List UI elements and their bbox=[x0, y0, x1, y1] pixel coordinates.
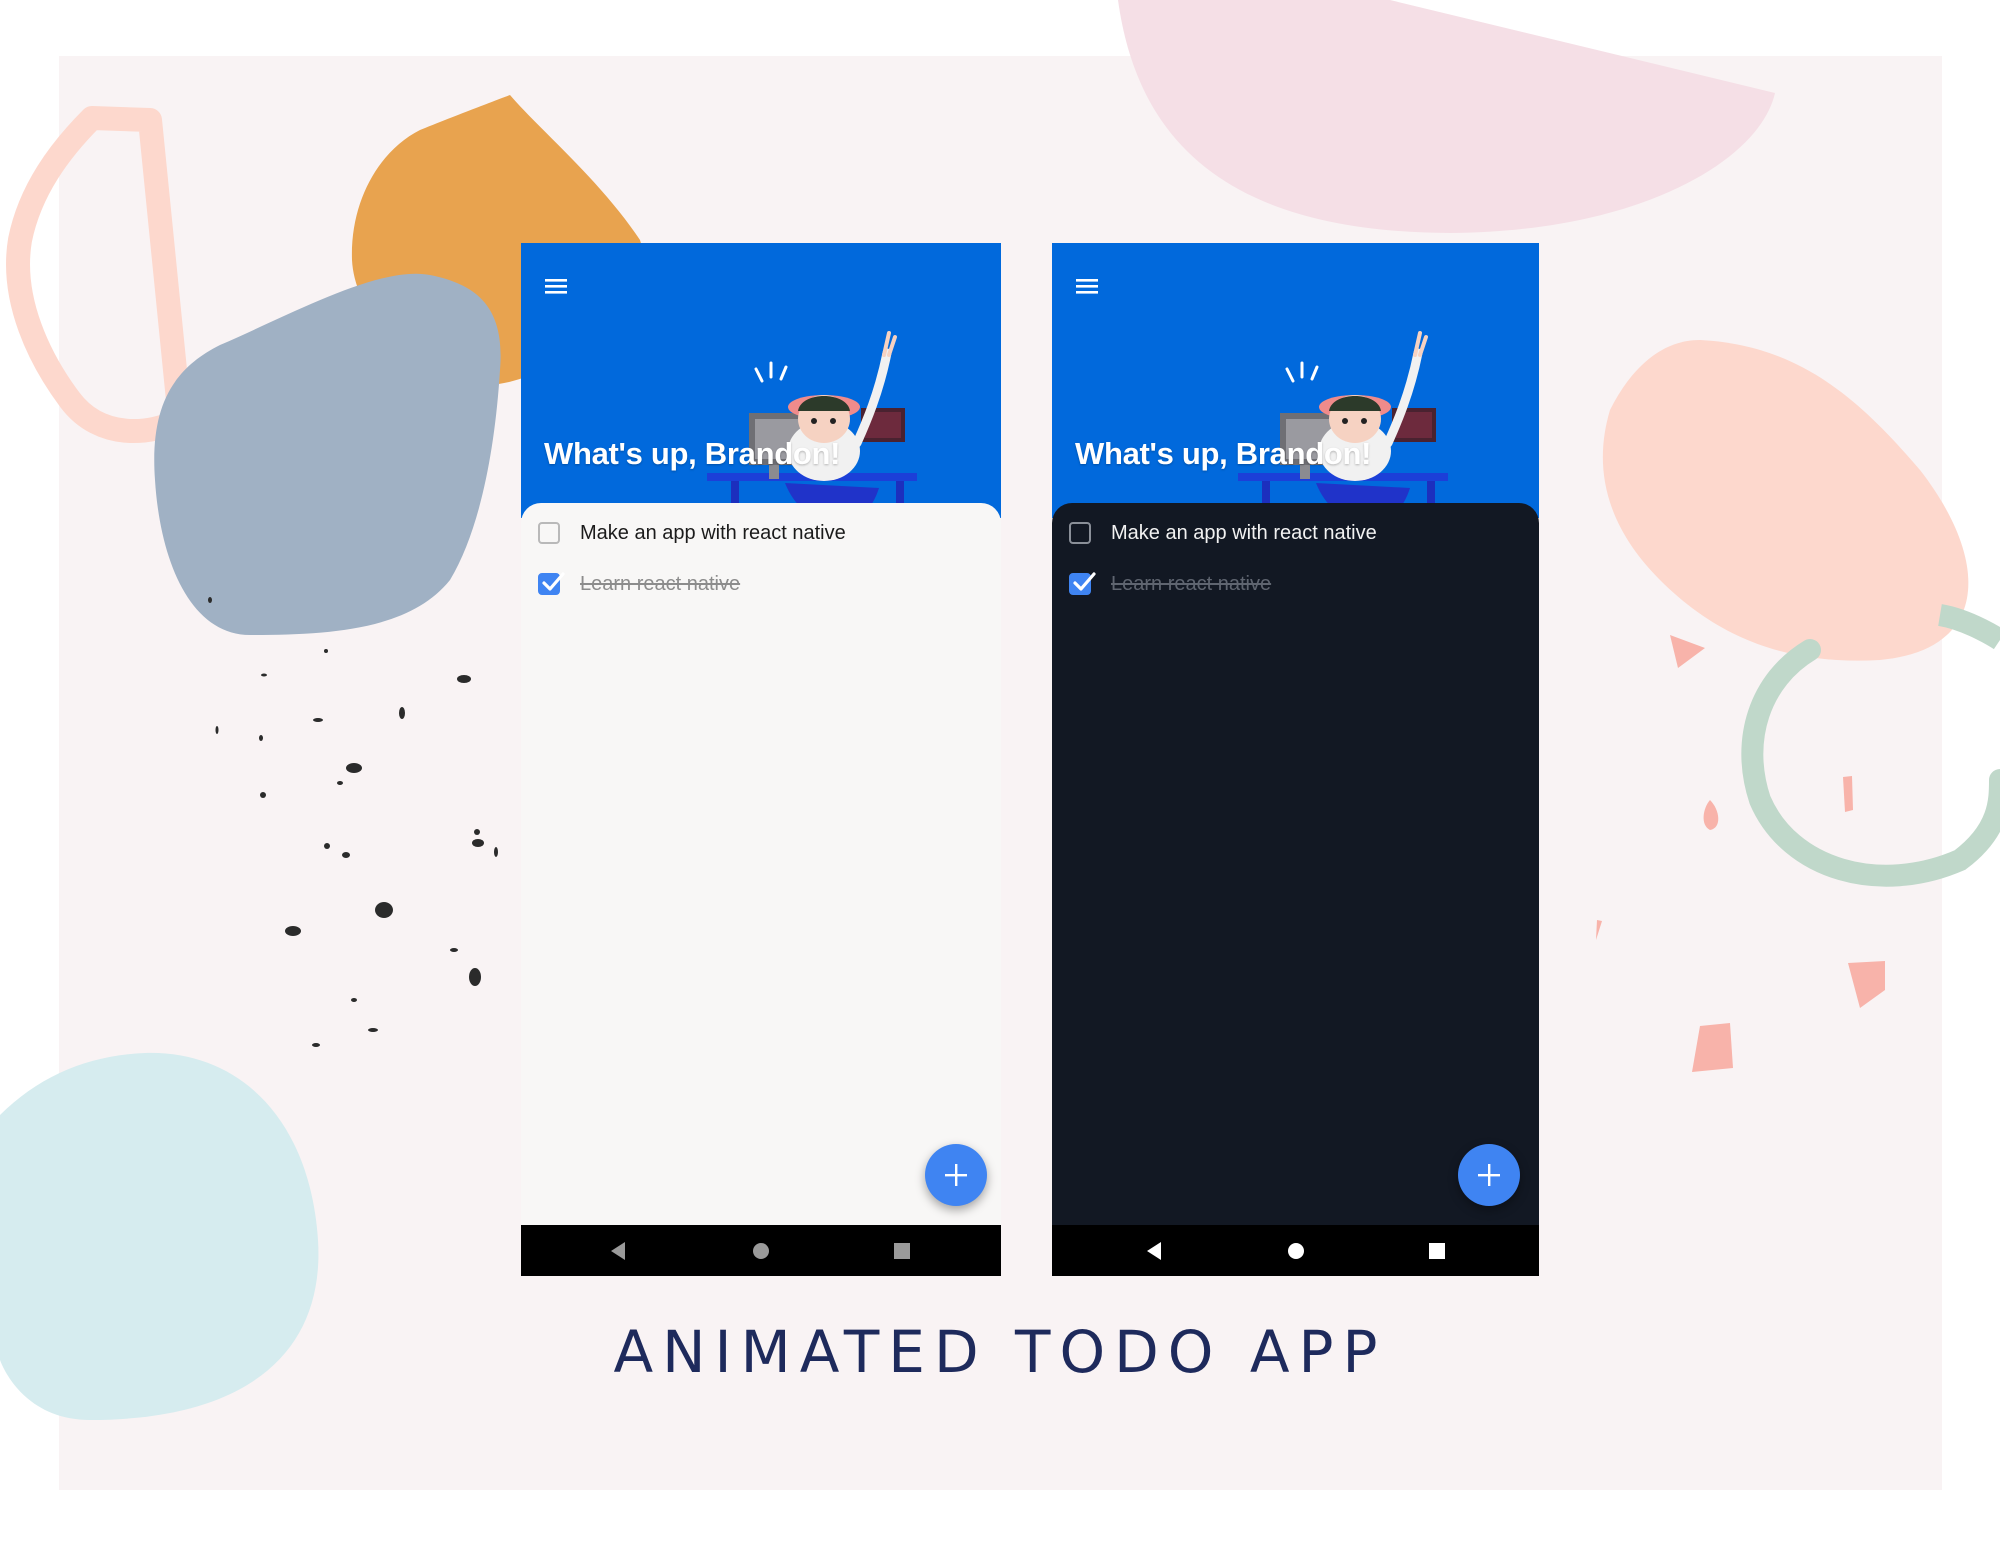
back-triangle-icon[interactable] bbox=[607, 1239, 631, 1263]
plus-icon bbox=[945, 1164, 967, 1186]
phone-screen-dark: What's up, Brandon! Make an app with rea… bbox=[1052, 243, 1539, 1276]
character-illustration bbox=[1228, 331, 1448, 518]
greeting-title: What's up, Brandon! bbox=[544, 436, 841, 471]
home-circle-icon[interactable] bbox=[1284, 1239, 1308, 1263]
recents-square-icon[interactable] bbox=[1425, 1239, 1449, 1263]
task-label: Learn react native bbox=[1111, 572, 1272, 595]
plus-icon bbox=[1478, 1164, 1500, 1186]
header-banner: What's up, Brandon! bbox=[1052, 243, 1539, 518]
task-item[interactable]: Learn react native bbox=[1069, 564, 1271, 604]
task-label: Make an app with react native bbox=[1111, 521, 1377, 544]
task-item[interactable]: Make an app with react native bbox=[538, 513, 846, 553]
character-illustration bbox=[697, 331, 917, 518]
task-item[interactable]: Make an app with react native bbox=[1069, 513, 1377, 553]
greeting-title: What's up, Brandon! bbox=[1075, 436, 1372, 471]
phone-screen-light: What's up, Brandon! Make an app with rea… bbox=[521, 243, 1001, 1276]
presentation-canvas: What's up, Brandon! Make an app with rea… bbox=[0, 0, 2000, 1545]
checkmark-icon bbox=[542, 572, 565, 591]
checkmark-icon bbox=[1073, 572, 1096, 591]
task-label: Make an app with react native bbox=[580, 521, 846, 544]
hamburger-menu-icon[interactable] bbox=[1072, 273, 1106, 303]
add-task-button[interactable] bbox=[925, 1144, 987, 1206]
task-checkbox[interactable] bbox=[538, 522, 560, 544]
task-checkbox-checked[interactable] bbox=[538, 572, 565, 595]
android-navigation-bar bbox=[521, 1225, 1001, 1276]
android-navigation-bar bbox=[1052, 1225, 1539, 1276]
recents-square-icon[interactable] bbox=[890, 1239, 914, 1263]
hamburger-menu-icon[interactable] bbox=[541, 273, 575, 303]
task-checkbox[interactable] bbox=[1069, 522, 1091, 544]
app-title: ANIMATED TODO APP bbox=[613, 1318, 1387, 1386]
header-banner: What's up, Brandon! bbox=[521, 243, 1001, 518]
task-label: Learn react native bbox=[580, 572, 741, 595]
back-triangle-icon[interactable] bbox=[1143, 1239, 1167, 1263]
task-item[interactable]: Learn react native bbox=[538, 564, 740, 604]
task-checkbox-checked[interactable] bbox=[1069, 572, 1096, 595]
home-circle-icon[interactable] bbox=[749, 1239, 773, 1263]
add-task-button[interactable] bbox=[1458, 1144, 1520, 1206]
